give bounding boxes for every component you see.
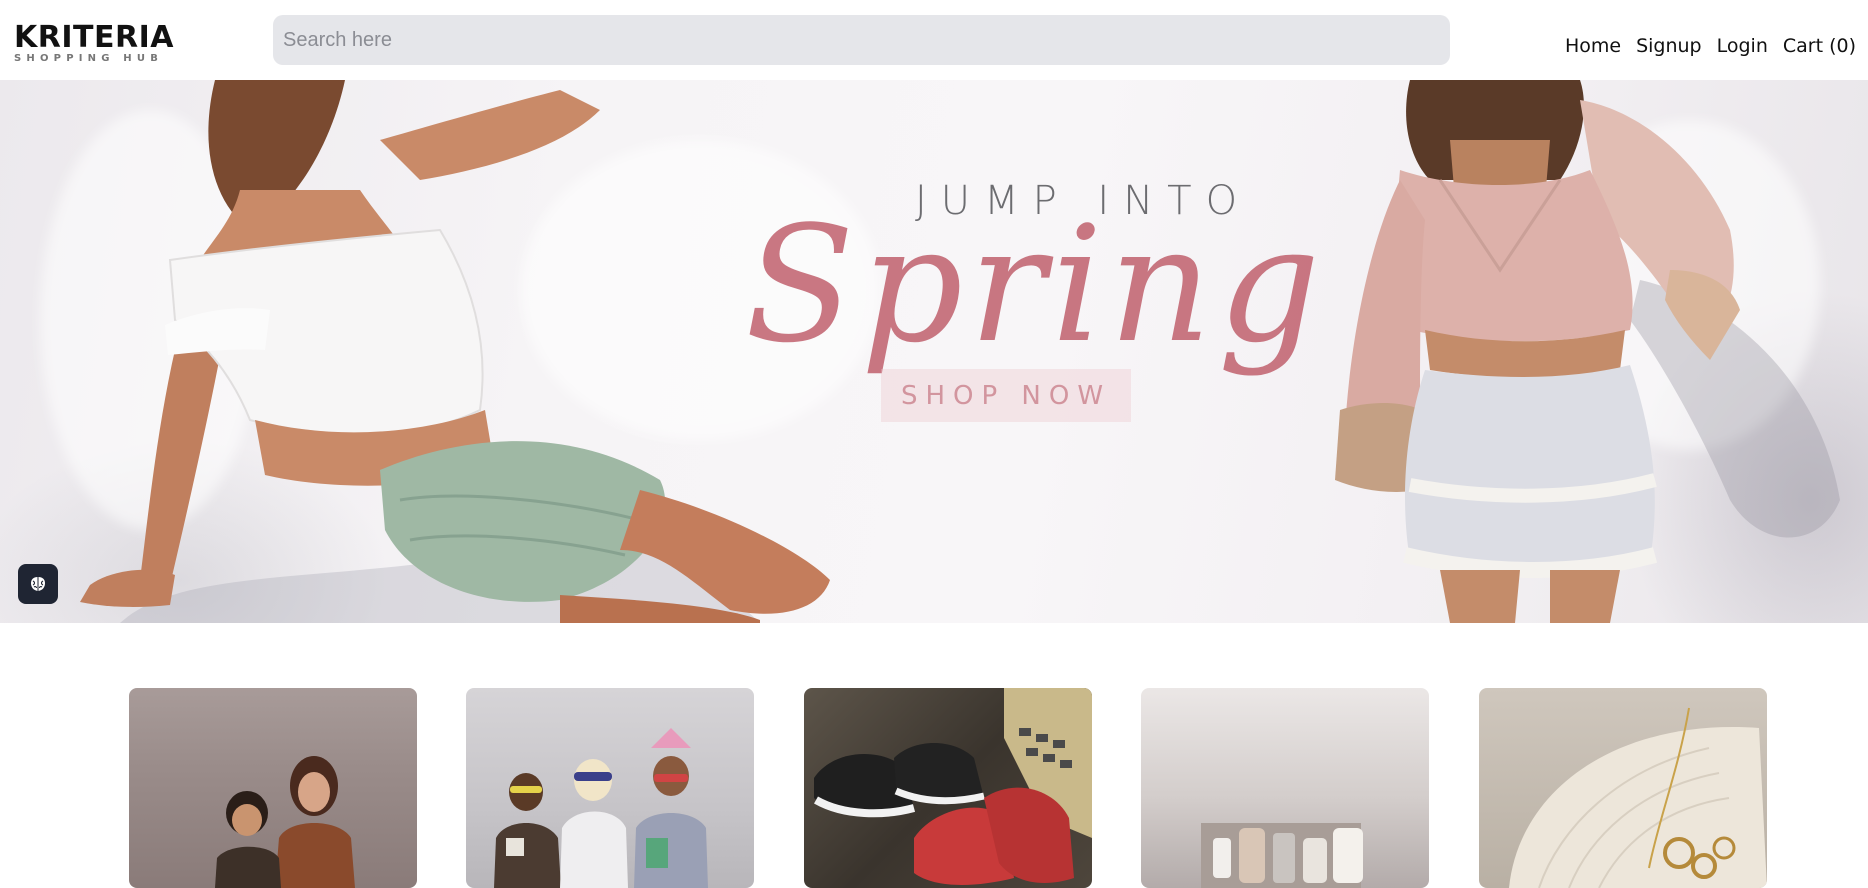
category-card-kids[interactable]: [466, 688, 754, 888]
nav-signup-link[interactable]: Signup: [1636, 33, 1702, 59]
nav-cart-link[interactable]: Cart (0): [1783, 33, 1856, 59]
category-card-jewelry[interactable]: [1479, 688, 1767, 888]
jewelry-photo: [1509, 707, 1767, 888]
hero-headline-spring: Spring: [745, 191, 1327, 378]
category-grid: [0, 688, 1868, 888]
search-input[interactable]: [273, 15, 1450, 65]
theme-toggle-button[interactable]: [18, 564, 58, 604]
nav-login-link[interactable]: Login: [1717, 33, 1768, 59]
sneakers-photo: [814, 688, 1092, 885]
family-photo: [215, 756, 355, 888]
hero-banner[interactable]: JUMP INTO Spring SHOP NOW: [0, 80, 1868, 623]
shop-now-button[interactable]: SHOP NOW: [881, 369, 1131, 422]
category-card-shoes[interactable]: [804, 688, 1092, 888]
brain-icon: [31, 577, 45, 591]
brand-logo[interactable]: KRITERIA SHOPPING HUB: [14, 20, 184, 65]
main-nav: Home Signup Login Cart (0): [1565, 33, 1856, 59]
top-navbar: KRITERIA SHOPPING HUB Home Signup Login …: [0, 0, 1868, 80]
cosmetics-photo: [1201, 823, 1363, 888]
brand-name: KRITERIA: [14, 20, 174, 55]
model-right-image: [1335, 80, 1840, 623]
category-card-beauty[interactable]: [1141, 688, 1429, 888]
category-card-family[interactable]: [129, 688, 417, 888]
nav-home-link[interactable]: Home: [1565, 33, 1621, 59]
brand-tagline: SHOPPING HUB: [14, 53, 164, 64]
kids-photo: [494, 728, 708, 888]
